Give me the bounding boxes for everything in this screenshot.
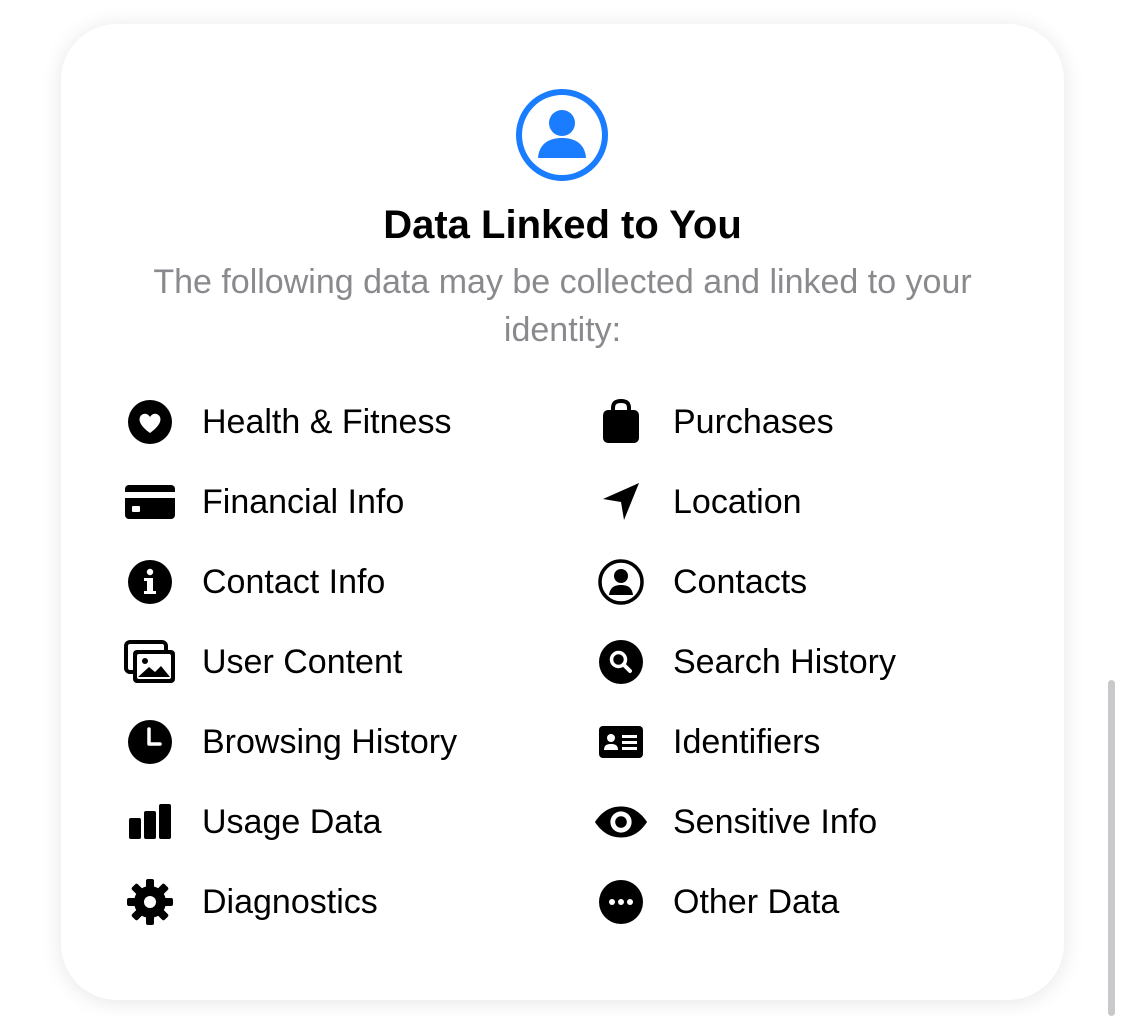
category-purchases: Purchases <box>593 392 1013 452</box>
category-label: Sensitive Info <box>673 802 878 841</box>
category-diagnostics: Diagnostics <box>122 872 542 932</box>
id-card-icon <box>593 714 649 770</box>
bar-chart-icon <box>122 794 178 850</box>
category-label: Health & Fitness <box>202 402 452 441</box>
category-contact-info: Contact Info <box>122 552 542 612</box>
category-label: Usage Data <box>202 802 382 841</box>
category-label: Identifiers <box>673 722 821 761</box>
category-health-fitness: Health & Fitness <box>122 392 542 452</box>
eye-icon <box>593 794 649 850</box>
person-circle-icon <box>593 554 649 610</box>
category-label: Contact Info <box>202 562 386 601</box>
category-browsing-history: Browsing History <box>122 712 542 772</box>
category-usage-data: Usage Data <box>122 792 542 852</box>
category-identifiers: Identifiers <box>593 712 1013 772</box>
category-label: User Content <box>202 642 403 681</box>
category-label: Search History <box>673 642 896 681</box>
person-circle-icon <box>515 88 609 182</box>
category-financial-info: Financial Info <box>122 472 542 532</box>
gear-icon <box>122 874 178 930</box>
info-icon <box>122 554 178 610</box>
category-label: Other Data <box>673 882 840 921</box>
category-location: Location <box>593 472 1013 532</box>
category-label: Purchases <box>673 402 834 441</box>
category-user-content: User Content <box>122 632 542 692</box>
section-title: Data Linked to You <box>383 203 742 247</box>
category-label: Contacts <box>673 562 808 601</box>
search-icon <box>593 634 649 690</box>
category-label: Diagnostics <box>202 882 378 921</box>
section-subtitle: The following data may be collected and … <box>153 263 972 349</box>
scrollbar[interactable] <box>1108 680 1115 1016</box>
category-contacts: Contacts <box>593 552 1013 612</box>
category-sensitive-info: Sensitive Info <box>593 792 1013 852</box>
category-label: Financial Info <box>202 482 405 521</box>
shopping-bag-icon <box>593 394 649 450</box>
category-search-history: Search History <box>593 632 1013 692</box>
photos-icon <box>122 634 178 690</box>
ellipsis-icon <box>593 874 649 930</box>
heart-icon <box>122 394 178 450</box>
location-arrow-icon <box>593 474 649 530</box>
credit-card-icon <box>122 474 178 530</box>
category-label: Browsing History <box>202 722 458 761</box>
category-label: Location <box>673 482 802 521</box>
clock-icon <box>122 714 178 770</box>
category-other-data: Other Data <box>593 872 1013 932</box>
